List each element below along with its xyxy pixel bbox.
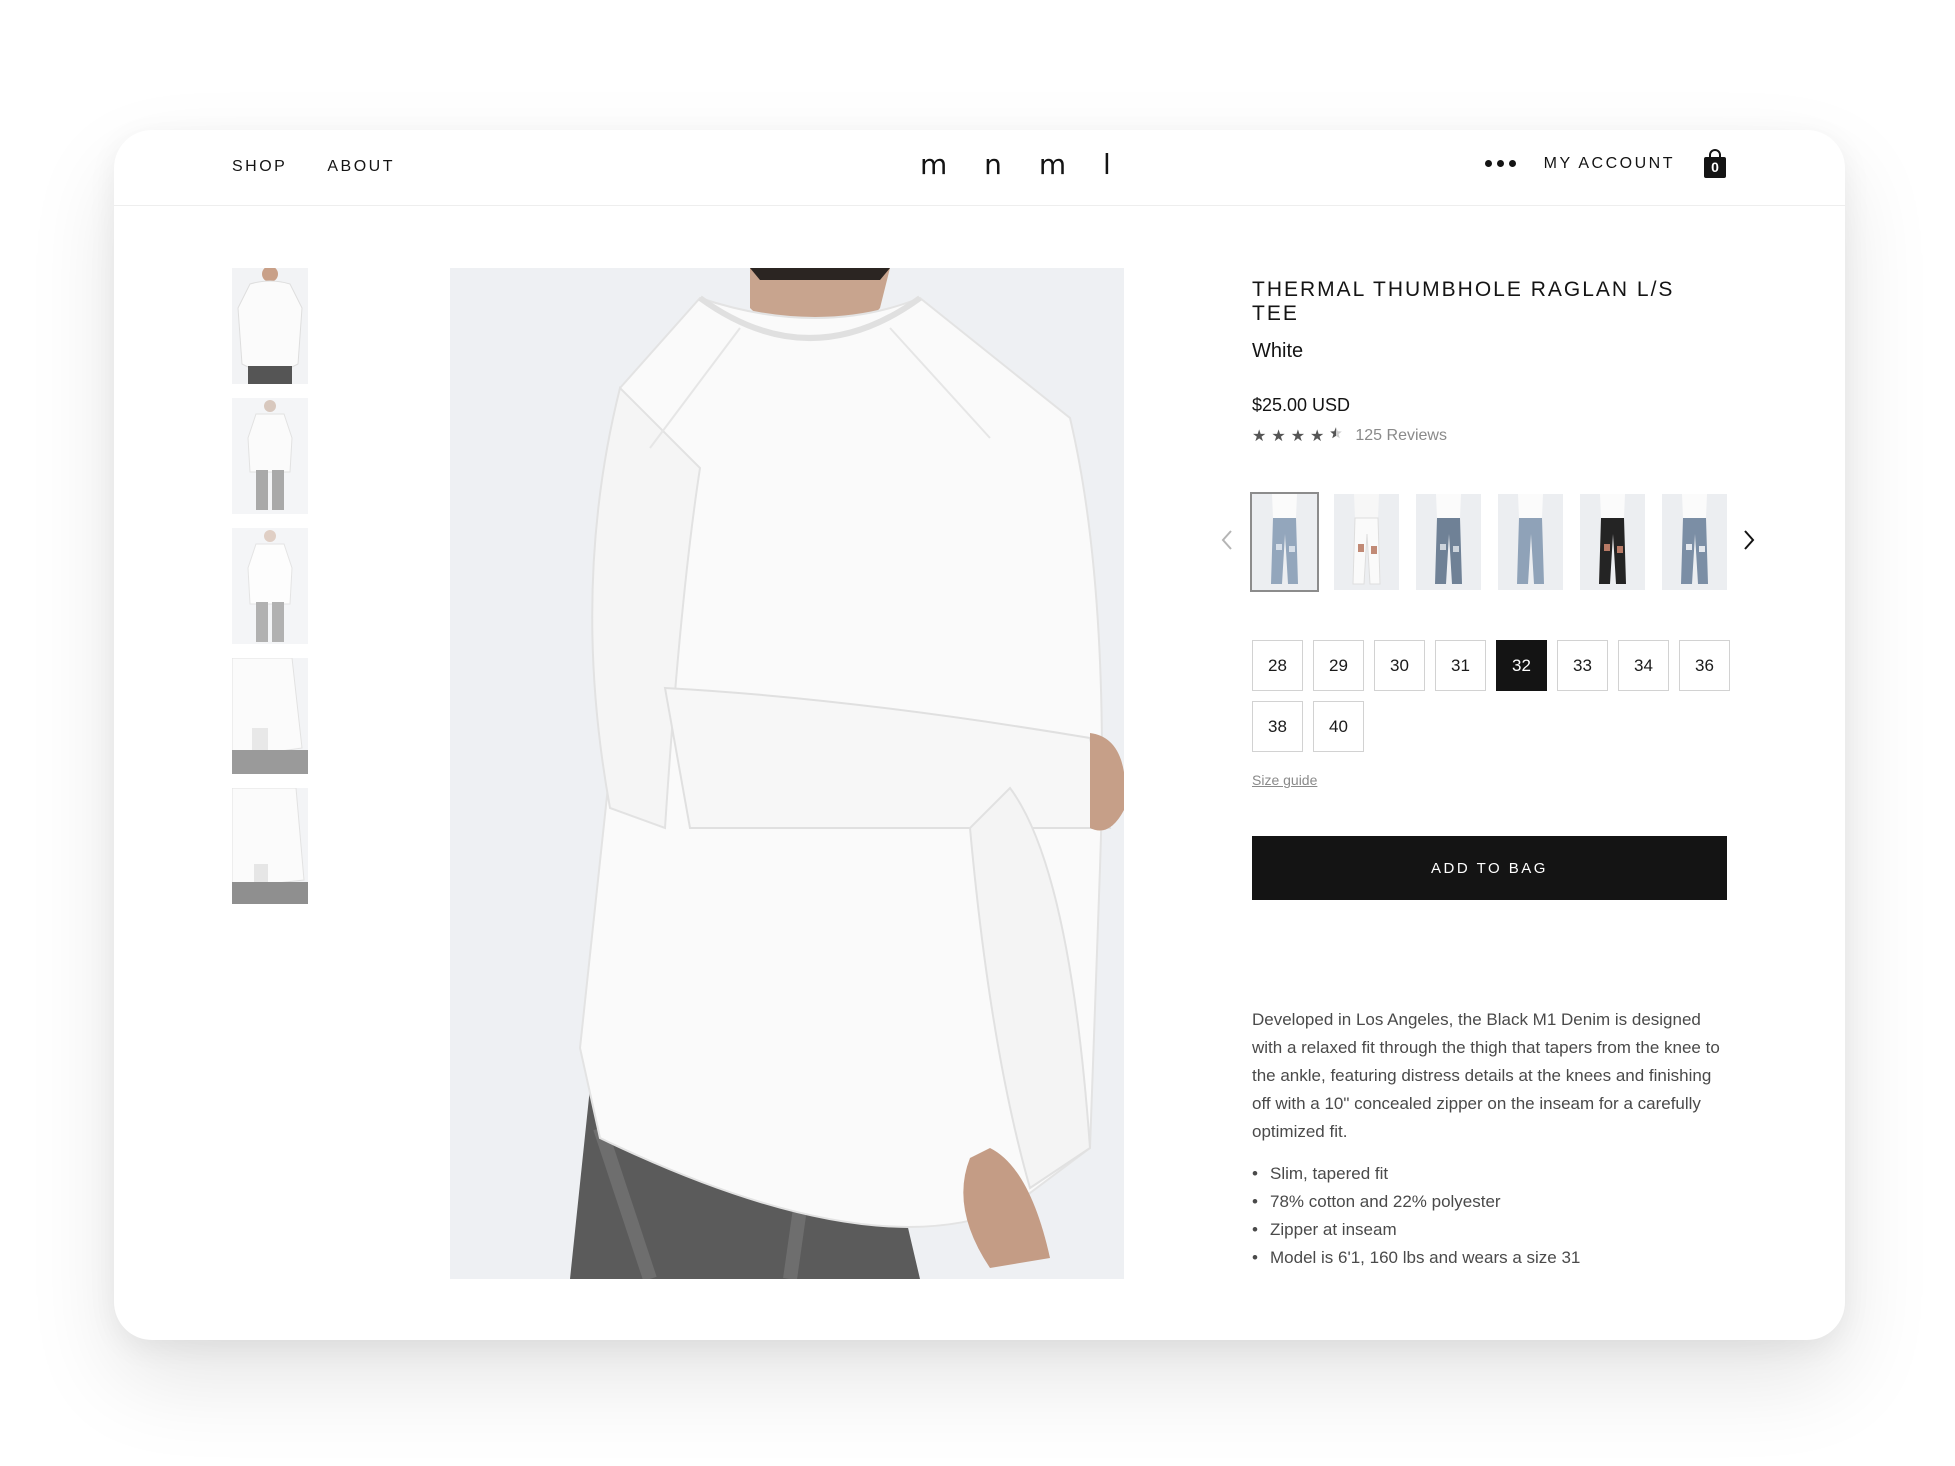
secondary-nav: MY ACCOUNT 0 <box>1484 148 1727 179</box>
product-page-card: SHOP ABOUT m n m l MY ACCOUNT 0 THERMAL … <box>114 130 1845 1340</box>
feature-item: Zipper at inseam <box>1252 1216 1727 1244</box>
size-option-38[interactable]: 38 <box>1252 701 1303 752</box>
variant-list <box>1250 492 1727 592</box>
product-details: THERMAL THUMBHOLE RAGLAN L/S TEE White $… <box>1221 268 1755 1272</box>
size-selector: 28 29 30 31 32 33 34 36 38 40 <box>1252 640 1742 752</box>
nav-about-link[interactable]: ABOUT <box>327 158 395 176</box>
bag-count: 0 <box>1711 158 1719 175</box>
star-icon: ★ <box>1271 428 1286 445</box>
feature-item: Model is 6'1, 160 lbs and wears a size 3… <box>1252 1244 1727 1272</box>
add-to-bag-button[interactable]: ADD TO BAG <box>1252 836 1727 900</box>
shopping-bag-icon[interactable]: 0 <box>1703 148 1727 179</box>
feature-item: Slim, tapered fit <box>1252 1160 1727 1188</box>
variant-blue-ripped-jeans[interactable] <box>1662 494 1727 590</box>
size-option-32[interactable]: 32 <box>1496 640 1547 691</box>
size-option-30[interactable]: 30 <box>1374 640 1425 691</box>
model-wearing-tee-image <box>450 268 1124 1279</box>
product-rating: ★ ★ ★ ★ 125 Reviews <box>1252 426 1727 446</box>
my-account-link[interactable]: MY ACCOUNT <box>1544 155 1675 173</box>
size-guide-link[interactable]: Size guide <box>1252 772 1317 788</box>
half-star-icon <box>1329 426 1343 446</box>
size-option-29[interactable]: 29 <box>1313 640 1364 691</box>
star-rating: ★ ★ ★ ★ <box>1252 426 1343 446</box>
star-icon: ★ <box>1252 428 1267 445</box>
thumbnail-sleeve-detail[interactable] <box>232 658 308 774</box>
primary-nav: SHOP ABOUT <box>232 158 395 176</box>
star-icon: ★ <box>1290 428 1306 445</box>
variant-blue-distressed-jeans[interactable] <box>1416 494 1481 590</box>
size-option-40[interactable]: 40 <box>1313 701 1364 752</box>
variant-white-distressed-jeans[interactable] <box>1334 494 1399 590</box>
feature-item: 78% cotton and 22% polyester <box>1252 1188 1727 1216</box>
thumbnail-full-body[interactable] <box>232 398 308 514</box>
thumbnail-front[interactable] <box>232 268 308 384</box>
product-color: White <box>1252 340 1304 362</box>
product-title: THERMAL THUMBHOLE RAGLAN L/S TEE <box>1252 278 1675 325</box>
size-option-28[interactable]: 28 <box>1252 640 1303 691</box>
chevron-left-icon[interactable] <box>1220 528 1234 557</box>
size-option-34[interactable]: 34 <box>1618 640 1669 691</box>
variant-black-distressed-jeans[interactable] <box>1580 494 1645 590</box>
size-option-36[interactable]: 36 <box>1679 640 1730 691</box>
product-price: $25.00 USD <box>1252 395 1351 415</box>
product-thumbnails <box>232 268 308 904</box>
product-description: Developed in Los Angeles, the Black M1 D… <box>1252 1010 1720 1141</box>
site-header: SHOP ABOUT m n m l MY ACCOUNT 0 <box>114 130 1845 206</box>
size-option-33[interactable]: 33 <box>1557 640 1608 691</box>
feature-list: Slim, tapered fit 78% cotton and 22% pol… <box>1252 1160 1727 1272</box>
main-product-image[interactable] <box>450 268 1124 1279</box>
nav-shop-link[interactable]: SHOP <box>232 158 287 176</box>
brand-logo[interactable]: m n m l <box>920 148 1125 181</box>
size-option-31[interactable]: 31 <box>1435 640 1486 691</box>
thumbnail-cuff-detail[interactable] <box>232 788 308 904</box>
variant-light-blue-jeans[interactable] <box>1498 494 1563 590</box>
thumbnail-full-body-alt[interactable] <box>232 528 308 644</box>
more-dots-icon[interactable] <box>1484 148 1516 179</box>
reviews-link[interactable]: 125 Reviews <box>1355 427 1447 445</box>
variant-carousel <box>1221 492 1755 592</box>
variant-light-wash-jeans[interactable] <box>1250 492 1319 592</box>
star-icon: ★ <box>1310 428 1325 445</box>
chevron-right-icon[interactable] <box>1742 528 1756 557</box>
